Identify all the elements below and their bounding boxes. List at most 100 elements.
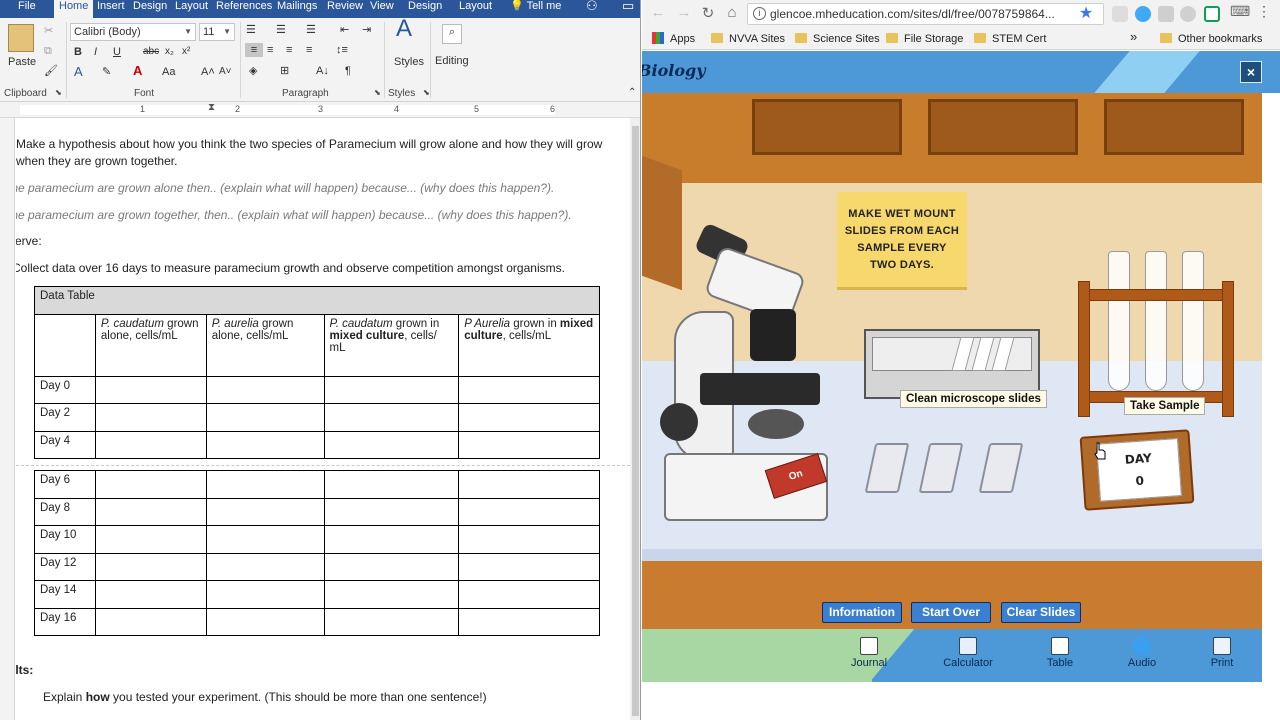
strikethrough-button[interactable]: abc (143, 45, 159, 59)
styles-launcher-icon[interactable]: ⬊ (423, 88, 430, 97)
shortcut-extension-icon[interactable]: ⌨ (1230, 3, 1250, 20)
align-left-icon[interactable]: ≡ (245, 43, 263, 57)
table-cell[interactable] (458, 553, 600, 581)
print-button[interactable]: Print (1194, 637, 1250, 669)
decrease-indent-icon[interactable]: ⇤ (340, 23, 349, 37)
paste-icon[interactable] (8, 24, 34, 52)
text-effects-icon[interactable]: A (74, 65, 83, 79)
table-cell[interactable] (458, 376, 600, 404)
shrink-font-icon[interactable]: A˅ (219, 65, 232, 79)
table-cell[interactable] (323, 553, 460, 581)
subscript-button[interactable]: x₂ (165, 45, 174, 59)
take-sample-button[interactable]: Take Sample (1124, 397, 1206, 415)
table-cell[interactable] (94, 403, 207, 432)
table-cell[interactable] (458, 403, 600, 432)
test-tube[interactable] (1108, 251, 1130, 391)
table-cell[interactable] (34, 314, 96, 377)
superscript-button[interactable]: x² (182, 45, 190, 59)
line-spacing-icon[interactable]: ↕≡ (336, 43, 348, 57)
tab-references[interactable]: References (216, 0, 272, 18)
table-cell[interactable] (94, 608, 207, 636)
numbering-icon[interactable]: ☰ (276, 23, 286, 37)
bookmark-apps[interactable]: Apps (652, 31, 695, 47)
copy-icon[interactable]: ⧉ (44, 44, 52, 58)
collapse-ribbon-icon[interactable]: ⌃ (628, 86, 636, 100)
tab-file[interactable]: File (18, 0, 36, 18)
tab-home[interactable]: Home (54, 0, 94, 18)
shading-icon[interactable]: ◈ (249, 64, 257, 78)
grow-font-icon[interactable]: A˄ (201, 65, 215, 79)
drive-extension-icon[interactable] (1158, 6, 1174, 22)
table-cell[interactable] (205, 431, 325, 459)
microscope[interactable]: On (660, 222, 830, 531)
table-cell[interactable] (94, 470, 207, 499)
tell-me-search[interactable]: 💡 Tell me (510, 0, 561, 18)
start-over-button[interactable]: Start Over (911, 602, 991, 623)
tab-insert[interactable]: Insert (97, 0, 125, 18)
reload-icon[interactable]: ↻ (698, 4, 718, 22)
column-header[interactable]: P. caudatum grown alone, cells/mL (94, 314, 207, 377)
share-icon[interactable]: ⚇ (586, 0, 598, 18)
clipboard-launcher-icon[interactable]: ⬊ (55, 88, 62, 97)
information-button[interactable]: Information (822, 602, 902, 623)
styles-icon[interactable]: A (396, 17, 412, 41)
table-cell[interactable] (323, 525, 460, 554)
table-cell[interactable] (458, 498, 600, 526)
bold-button[interactable]: B (74, 45, 82, 59)
audio-button[interactable]: Audio (1114, 637, 1170, 669)
bookmark-stem-cert[interactable]: STEM Cert (974, 31, 1046, 47)
menu-kebab-icon[interactable]: ⋮ (1254, 3, 1274, 20)
table-cell[interactable] (323, 470, 460, 499)
italic-button[interactable]: I (94, 45, 97, 59)
journal-button[interactable]: Journal (841, 637, 897, 669)
bookmark-nvva-sites[interactable]: NVVA Sites (711, 31, 785, 47)
paragraph-launcher-icon[interactable]: ⬊ (374, 88, 381, 97)
justify-icon[interactable]: ≡ (306, 43, 312, 57)
tab-view[interactable]: View (370, 0, 394, 18)
borders-icon[interactable]: ⊞ (280, 64, 289, 78)
table-cell[interactable] (323, 608, 460, 636)
table-cell[interactable] (205, 553, 325, 581)
home-icon[interactable]: ⌂ (722, 4, 742, 21)
table-cell[interactable] (94, 431, 207, 459)
test-tube[interactable] (1182, 251, 1204, 391)
clear-slides-button[interactable]: Clear Slides (1001, 602, 1081, 623)
indent-marker-icon[interactable]: ⧗ (208, 102, 215, 113)
sim-close-button[interactable]: × (1240, 61, 1262, 83)
column-header[interactable]: P. caudatum grown in mixed culture, cell… (323, 314, 460, 377)
extension-icon[interactable] (1180, 6, 1196, 22)
scrollbar-thumb[interactable] (632, 126, 639, 716)
table-cell[interactable] (323, 498, 460, 526)
highlight-icon[interactable]: ✎ (102, 65, 111, 79)
table-cell[interactable] (94, 580, 207, 609)
show-formatting-icon[interactable]: ¶ (345, 64, 351, 78)
vertical-scrollbar[interactable] (630, 118, 640, 720)
table-cell[interactable] (94, 525, 207, 554)
table-button[interactable]: Table (1032, 637, 1088, 669)
address-bar[interactable]: i glencoe.mheducation.com/sites/dl/free/… (747, 3, 1104, 25)
change-case-icon[interactable]: Aa (162, 65, 175, 79)
table-cell[interactable] (458, 580, 600, 609)
comments-icon[interactable]: ▭ (622, 0, 634, 18)
table-cell[interactable] (458, 608, 600, 636)
styles-button[interactable]: Styles (394, 55, 424, 69)
table-cell[interactable] (323, 580, 460, 609)
underline-button[interactable]: U (113, 45, 121, 59)
bookmarks-overflow-button[interactable]: » (1130, 29, 1137, 45)
paste-button[interactable]: Paste (8, 55, 36, 69)
forward-icon[interactable]: → (674, 4, 694, 21)
back-icon[interactable]: ← (648, 4, 668, 21)
slide-tray[interactable] (864, 329, 1040, 399)
document-page[interactable]: Make a hypothesis about how you think th… (16, 118, 630, 720)
tab-layout[interactable]: Layout (175, 0, 208, 18)
cut-icon[interactable]: ✂ (44, 24, 53, 38)
table-cell[interactable] (94, 553, 207, 581)
align-right-icon[interactable]: ≡ (286, 43, 292, 57)
table-cell[interactable] (323, 403, 460, 432)
table-cell[interactable] (205, 580, 325, 609)
tab-review[interactable]: Review (327, 0, 363, 18)
table-cell[interactable] (94, 376, 207, 404)
table-cell[interactable] (205, 608, 325, 636)
table-cell[interactable] (94, 498, 207, 526)
cloud-extension-icon[interactable] (1135, 6, 1151, 22)
